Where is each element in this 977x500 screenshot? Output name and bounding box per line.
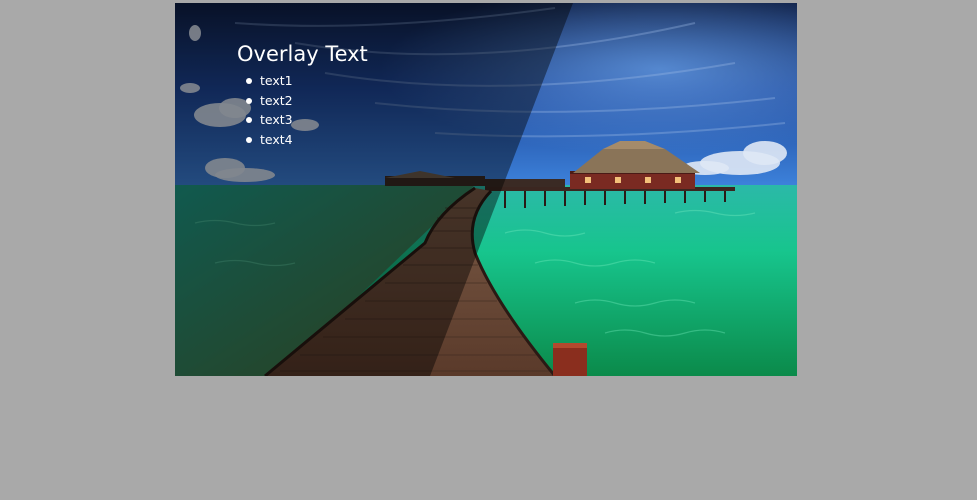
overlay-list-item: text3	[240, 110, 293, 130]
overlay-list: text1 text2 text3 text4	[240, 71, 293, 149]
overlay-list-item: text2	[240, 91, 293, 111]
overlay-list-item: text4	[240, 130, 293, 150]
image-slider: Overlay Text text1 text2 text3 text4	[175, 3, 797, 376]
overlay-list-item: text1	[240, 71, 293, 91]
overlay-title: Overlay Text	[237, 42, 368, 66]
